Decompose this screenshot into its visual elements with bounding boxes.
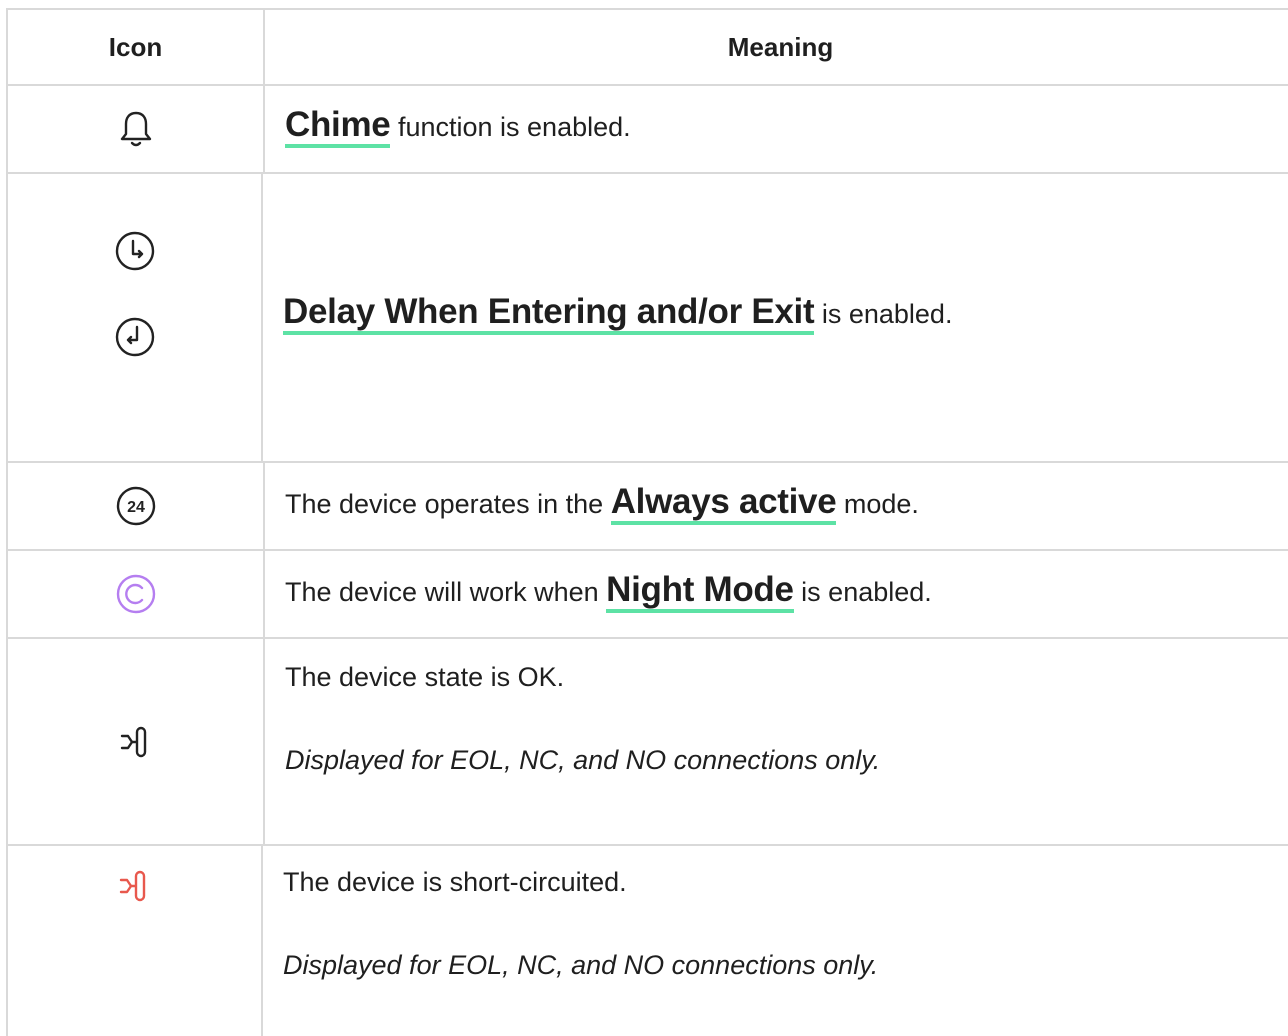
meaning-cell: The device operates in the Always active… xyxy=(265,463,1288,549)
icon-cell xyxy=(8,174,263,461)
icons-table: Icon Meaning Chime function is enabled. xyxy=(6,8,1288,1036)
meaning-cell: The device state is OK. Displayed for EO… xyxy=(265,639,1288,844)
header-icon: Icon xyxy=(8,10,265,84)
row-text: mode. xyxy=(836,489,919,519)
clock-enter-icon xyxy=(114,230,156,272)
meaning-cell: The device is short-circuited. Displayed… xyxy=(263,846,1288,1036)
header-meaning-label: Meaning xyxy=(727,31,834,62)
chime-link[interactable]: Chime xyxy=(285,106,391,148)
table-row: The device will work when Night Mode is … xyxy=(8,551,1288,639)
table-row: The device state is OK. Displayed for EO… xyxy=(8,639,1288,846)
always-active-24-icon: 24 xyxy=(115,485,157,527)
table-header: Icon Meaning xyxy=(8,10,1288,86)
table-row: The device is short-circuited. Displayed… xyxy=(8,846,1288,1036)
meaning-cell: The device will work when Night Mode is … xyxy=(265,551,1288,637)
row-note: Displayed for EOL, NC, and NO connection… xyxy=(283,950,879,980)
row-text: function is enabled. xyxy=(390,112,631,142)
short-circuit-icon xyxy=(117,866,153,906)
clock-exit-icon xyxy=(114,316,156,358)
row-text: The device state is OK. xyxy=(285,662,565,692)
icon-cell xyxy=(8,551,265,637)
connection-ok-icon xyxy=(118,722,154,762)
icon-cell xyxy=(8,639,265,844)
row-text: The device operates in the xyxy=(285,489,611,519)
row-text: The device will work when xyxy=(285,577,607,607)
table-row: Chime function is enabled. xyxy=(8,86,1288,174)
night-mode-icon xyxy=(115,573,157,615)
table-row: Delay When Entering and/or Exit is enabl… xyxy=(8,174,1288,463)
row-text: is enabled. xyxy=(814,298,953,329)
bell-icon xyxy=(118,109,154,149)
row-text: The device is short-circuited. xyxy=(283,867,627,897)
header-meaning: Meaning xyxy=(265,10,1288,84)
always-active-link[interactable]: Always active xyxy=(610,483,837,525)
icon-cell xyxy=(8,846,263,1036)
icon-cell xyxy=(8,86,265,172)
table-row: 24 The device operates in the Always act… xyxy=(8,463,1288,551)
delay-link[interactable]: Delay When Entering and/or Exit xyxy=(283,292,815,335)
night-mode-link[interactable]: Night Mode xyxy=(606,571,794,613)
icon-cell: 24 xyxy=(8,463,265,549)
svg-text:24: 24 xyxy=(127,499,145,516)
meaning-cell: Chime function is enabled. xyxy=(265,86,1288,172)
meaning-cell: Delay When Entering and/or Exit is enabl… xyxy=(263,174,1288,461)
row-text: is enabled. xyxy=(793,577,932,607)
row-note: Displayed for EOL, NC, and NO connection… xyxy=(285,745,881,775)
